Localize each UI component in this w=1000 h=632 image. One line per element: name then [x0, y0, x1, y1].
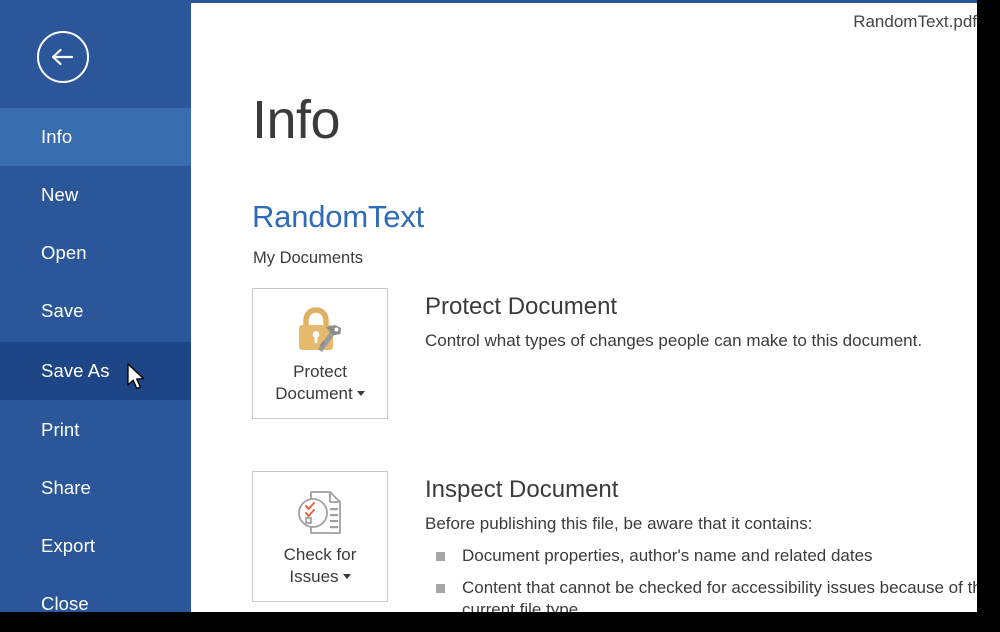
inspect-document-description: Before publishing this file, be aware th… — [425, 514, 813, 534]
document-location-label: My Documents — [253, 249, 364, 267]
check-for-issues-button-label: Check for Issues — [279, 544, 362, 589]
sidebar-item-label: Share — [41, 477, 91, 498]
sidebar-item-label: Save — [41, 300, 84, 321]
backstage-navigation-sidebar: Info New Open Save Save As Print Share E… — [0, 0, 191, 614]
check-for-issues-button[interactable]: Check for Issues — [252, 471, 388, 602]
padlock-with-key-glyph — [299, 307, 341, 352]
check-button-line2: Issues — [289, 567, 339, 587]
backstage-content-pane: RandomText.pdf Info RandomText My Docume… — [191, 0, 977, 612]
chevron-down-icon[interactable] — [356, 391, 365, 397]
sidebar-item-new[interactable]: New — [0, 166, 191, 224]
sidebar-item-info[interactable]: Info — [0, 108, 191, 166]
list-item: Document properties, author's name and r… — [425, 545, 977, 567]
check-button-line1: Check for — [283, 545, 357, 564]
sidebar-item-save-as[interactable]: Save As — [0, 342, 191, 400]
document-filename-label: RandomText.pdf — [853, 12, 977, 31]
sidebar-item-label: Info — [41, 126, 73, 147]
back-arrow-glyph — [51, 48, 74, 66]
list-item-text: Content that cannot be checked for acces… — [462, 577, 977, 612]
sidebar-item-save[interactable]: Save — [0, 282, 191, 340]
sidebar-item-label: New — [41, 184, 79, 205]
document-name-heading: RandomText — [252, 199, 425, 234]
sidebar-item-label: Print — [41, 419, 80, 440]
page-title: Info — [252, 90, 341, 150]
protect-button-line1: Protect — [293, 362, 347, 381]
inspect-document-heading: Inspect Document — [425, 476, 619, 503]
sidebar-item-label: Close — [41, 593, 89, 614]
sidebar-item-label: Open — [41, 242, 87, 263]
protect-document-button[interactable]: Protect Document — [252, 288, 388, 419]
list-item: Content that cannot be checked for acces… — [425, 577, 977, 612]
sidebar-item-export[interactable]: Export — [0, 517, 191, 575]
protect-document-heading: Protect Document — [425, 293, 618, 320]
document-checklist-glyph — [298, 491, 341, 534]
protect-button-line2: Document — [275, 384, 353, 404]
padlock-with-key-icon — [294, 303, 346, 357]
bullet-square-icon — [436, 552, 445, 562]
sidebar-item-print[interactable]: Print — [0, 401, 191, 459]
protect-document-body: Protect Document Control what types of c… — [425, 293, 977, 353]
inspect-document-body: Inspect Document Before publishing this … — [425, 476, 977, 612]
sidebar-item-label: Save As — [41, 360, 110, 381]
list-item-text: Document properties, author's name and r… — [462, 546, 873, 566]
bullet-square-icon — [436, 583, 445, 593]
inspect-document-bullet-list: Document properties, author's name and r… — [425, 545, 977, 612]
back-arrow-icon[interactable] — [37, 31, 89, 83]
sidebar-item-label: Export — [41, 535, 96, 556]
protect-document-description: Control what types of changes people can… — [425, 331, 923, 351]
chevron-down-icon[interactable] — [342, 574, 351, 580]
protect-document-button-label: Protect Document — [270, 361, 369, 406]
word-backstage-window: Info New Open Save Save As Print Share E… — [0, 0, 1000, 632]
sidebar-item-open[interactable]: Open — [0, 224, 191, 282]
sidebar-item-share[interactable]: Share — [0, 459, 191, 517]
document-checklist-icon — [294, 486, 346, 540]
sidebar-item-close[interactable]: Close — [0, 575, 191, 632]
